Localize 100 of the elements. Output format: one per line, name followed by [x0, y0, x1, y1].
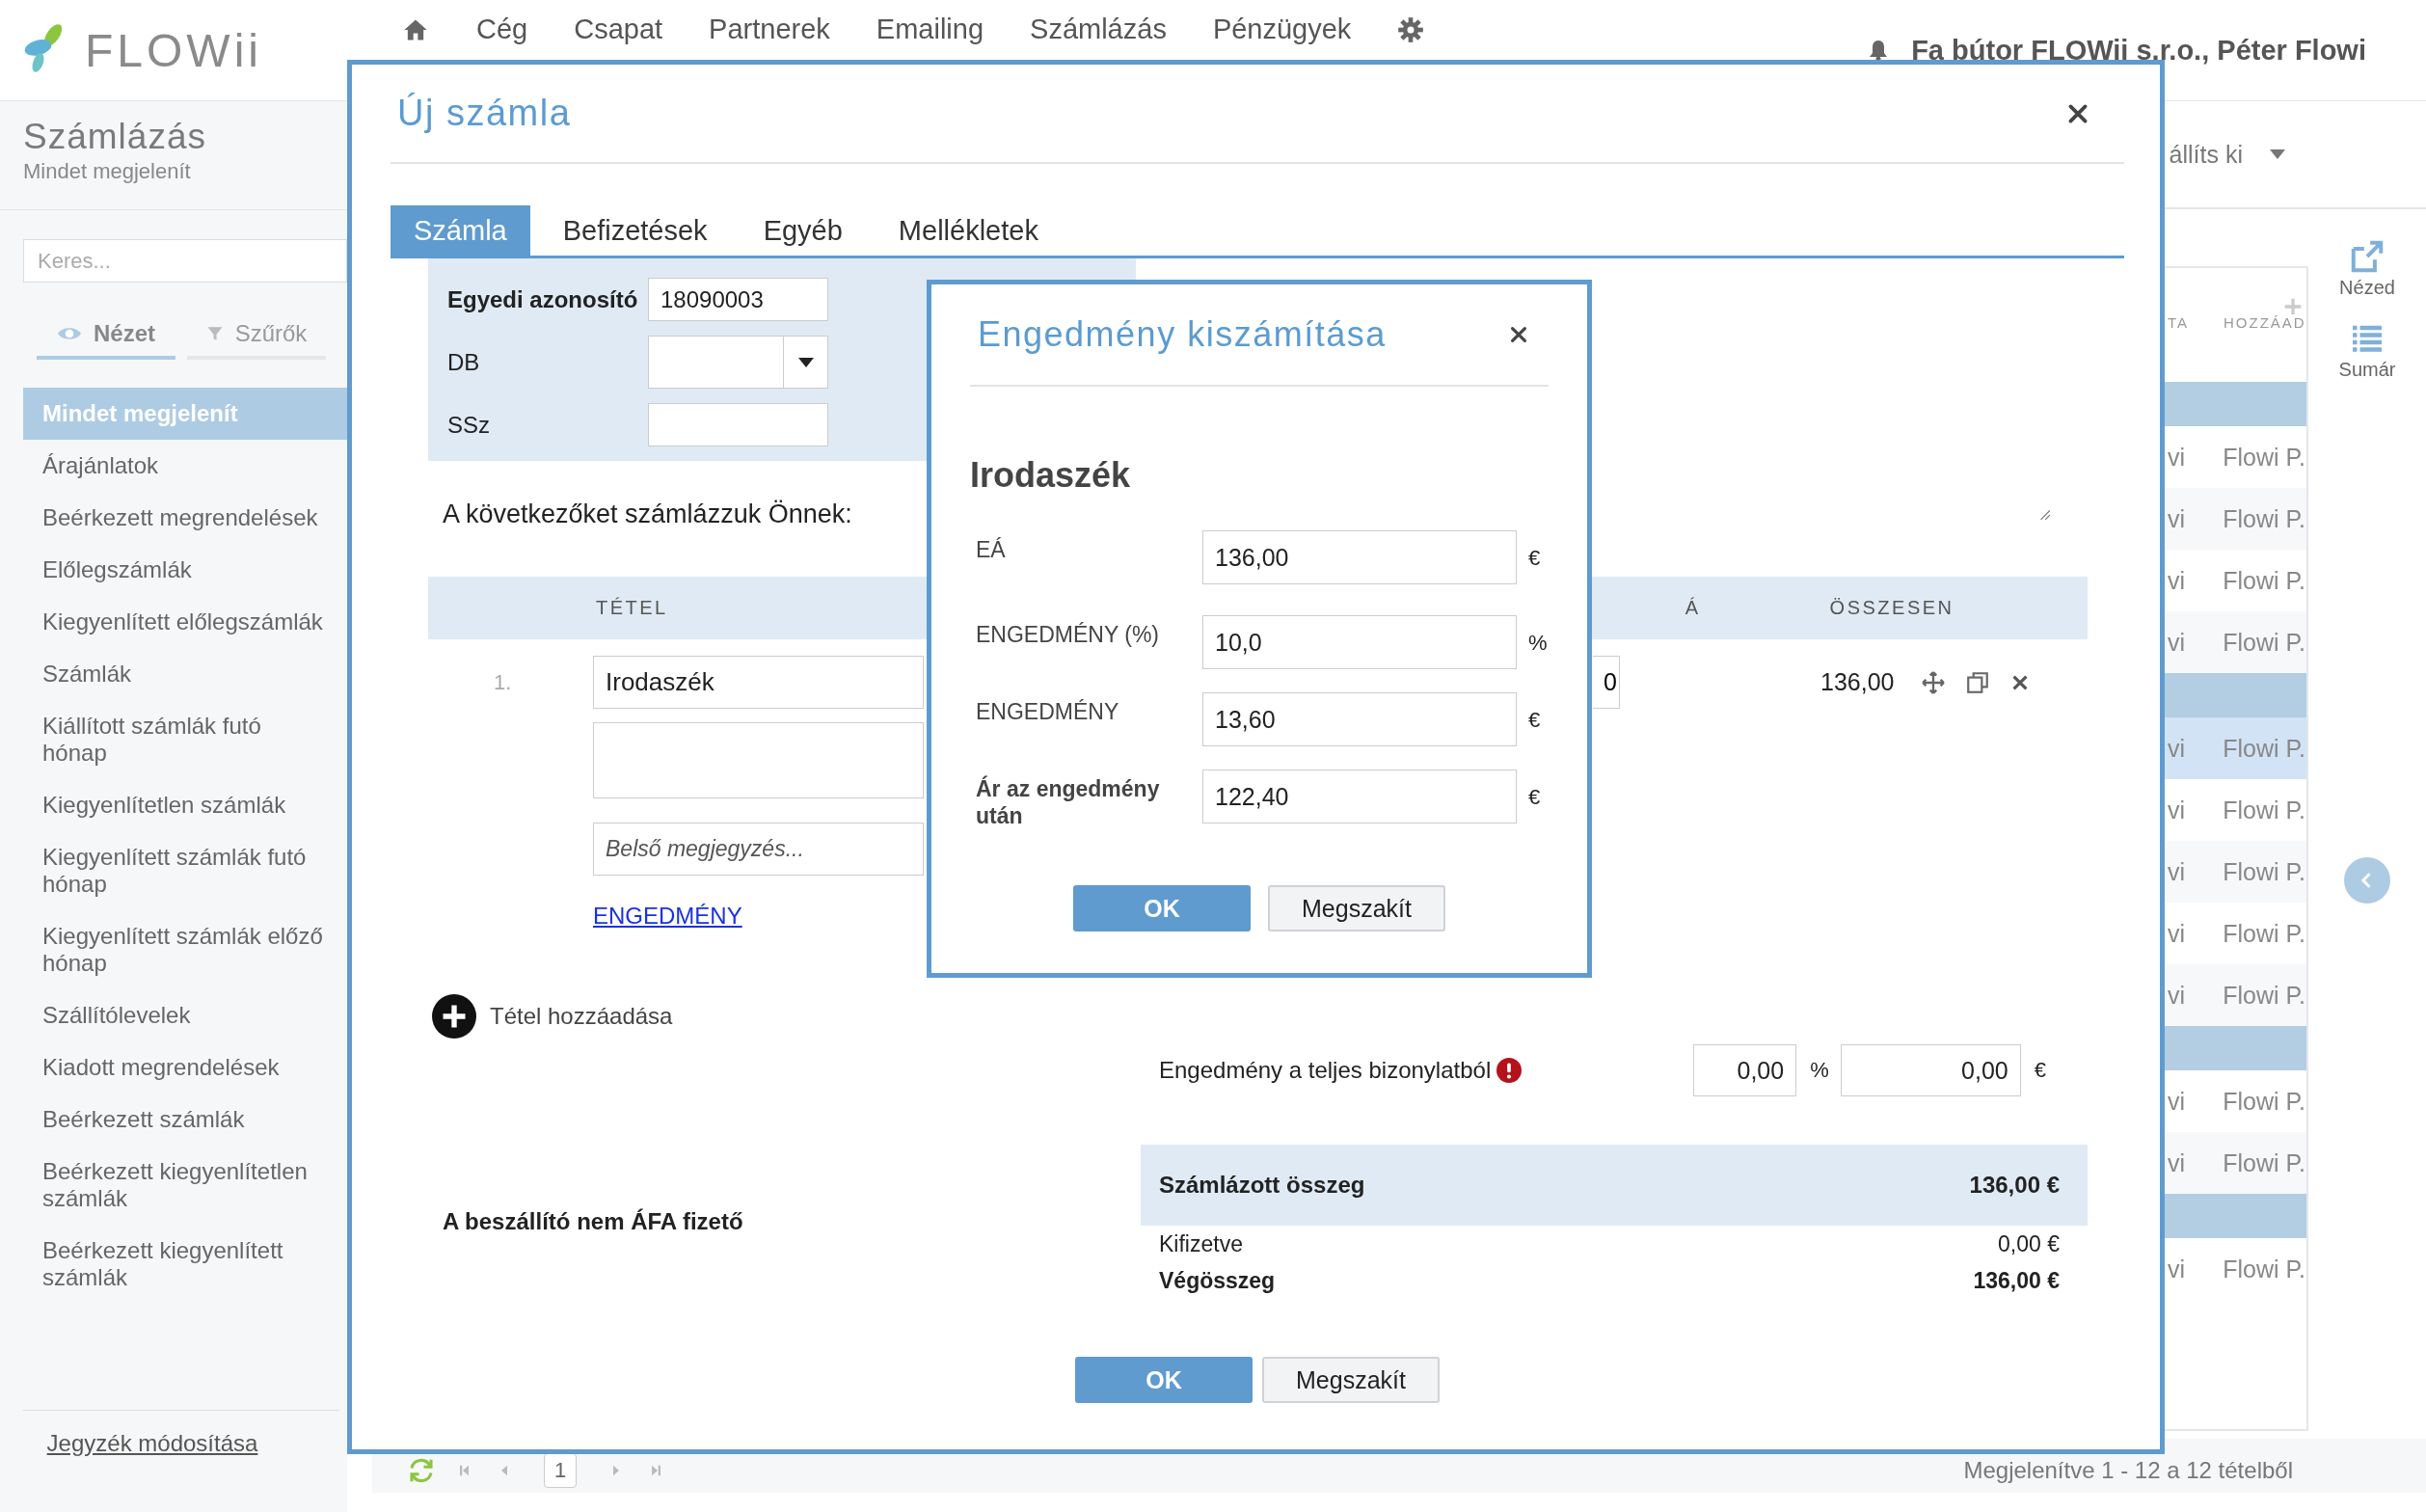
summary-value: 136,00 €	[1973, 1267, 2060, 1294]
input-field[interactable]: 18090003	[648, 278, 828, 321]
sidebar-item[interactable]: Beérkezett kiegyenlítetlen számlák	[23, 1146, 347, 1225]
description-field[interactable]	[593, 722, 924, 798]
side-action[interactable]: Nézed	[2339, 238, 2395, 299]
unit-label: %	[1528, 630, 1548, 656]
table-cell: Flowi P.	[2223, 1148, 2306, 1177]
refresh-icon[interactable]	[407, 1456, 436, 1485]
nav-link[interactable]: Emailing	[876, 14, 984, 45]
caret-icon	[2270, 149, 2285, 159]
column-header: HOZZÁAD	[2224, 313, 2306, 331]
eye-icon	[57, 325, 82, 342]
input-field[interactable]: 13,60	[1202, 692, 1517, 746]
sidebar-item[interactable]: Beérkezett kiegyenlített számlák	[23, 1225, 347, 1304]
move-icon[interactable]	[1921, 669, 1946, 695]
table-cell-text: vi	[2167, 796, 2187, 824]
nav-link[interactable]: Csapat	[574, 14, 663, 45]
table-cell: Flowi P.	[2223, 981, 2306, 1010]
input-field[interactable]: Irodaszék	[593, 656, 924, 709]
sidebar-item[interactable]: Árajánlatok	[23, 440, 347, 492]
nav-link[interactable]: Számlázás	[1030, 14, 1167, 45]
column-header: Á	[1685, 597, 1701, 619]
table-cell-text: vi	[2167, 628, 2187, 657]
cancel-button[interactable]: Megszakít	[1262, 1357, 1440, 1403]
column-header: ÖSSZESEN	[1829, 597, 1954, 619]
table-cell-text: vi	[2167, 504, 2187, 533]
search-field[interactable]: Keres...	[23, 239, 347, 283]
line-total: 136,00	[1820, 668, 1896, 696]
tab[interactable]: Mellékletek	[875, 205, 1062, 256]
unit-label: €	[1528, 545, 1541, 571]
table-cell-text: vi	[2167, 1148, 2187, 1177]
sidebar-item[interactable]: Kiegyenlített számlák futó hónap	[23, 831, 347, 910]
amount-field[interactable]: 0,00	[1840, 1044, 2021, 1096]
input-field[interactable]: 122,40	[1202, 770, 1517, 824]
logo-text: FLOWii	[85, 23, 262, 77]
pagination-summary: Megjelenítve 1 - 12 a 12 tételből	[1963, 1457, 2293, 1484]
table-cell: Flowi P.	[2223, 1087, 2306, 1116]
edit-list-link[interactable]: Jegyzék módosítása	[46, 1430, 258, 1459]
sidebar-item[interactable]: Kiegyenlített előlegszámlák	[23, 596, 347, 648]
sidebar-item[interactable]: Számlák	[23, 648, 347, 700]
cancel-button[interactable]: Megszakít	[1268, 885, 1445, 932]
nav-link[interactable]: Partnerek	[709, 14, 830, 45]
alert-icon	[1496, 1058, 1523, 1083]
copy-icon[interactable]	[1965, 669, 1990, 695]
sidebar-item[interactable]: Előlegszámlák	[23, 544, 347, 596]
note-field[interactable]: Belső megjegyzés...	[593, 823, 924, 876]
table-cell: Flowi P.	[2223, 443, 2306, 472]
tab[interactable]: Befizetések	[539, 205, 731, 256]
summary-label: Végösszeg	[1159, 1267, 1276, 1294]
dropdown-field[interactable]	[648, 336, 828, 389]
sidebar-item[interactable]: Kiadott megrendelések	[23, 1041, 347, 1094]
discount-link[interactable]: ENGEDMÉNY	[593, 903, 742, 930]
table-cell: Flowi P.	[2223, 734, 2306, 763]
column-header: TÉTEL	[596, 597, 668, 619]
page-number[interactable]: 1	[544, 1453, 577, 1488]
field-label: ENGEDMÉNY	[975, 698, 1120, 725]
table-cell: Flowi P.	[2223, 566, 2306, 595]
table-cell: Flowi P.	[2223, 1255, 2306, 1283]
price-field[interactable]: 0	[1593, 656, 1620, 709]
column-header: TA	[2167, 313, 2191, 331]
table-cell: Flowi P.	[2223, 628, 2306, 657]
sidebar-item[interactable]: Kiegyenlített számlák előző hónap	[23, 910, 347, 989]
section-title: Számlázás	[23, 116, 207, 158]
input-field[interactable]: 10,0	[1202, 615, 1517, 669]
tab[interactable]: Egyéb	[740, 205, 866, 256]
dropdown-menu[interactable]: állíts ki	[2169, 140, 2285, 169]
field-label: ENGEDMÉNY (%)	[975, 621, 1160, 648]
resize-handle-icon[interactable]	[2037, 507, 2051, 521]
sidebar-item[interactable]: Szállítólevelek	[23, 989, 347, 1041]
table-cell-text: vi	[2167, 1087, 2187, 1116]
collapse-button[interactable]	[2344, 857, 2390, 904]
field-label: SSz	[447, 411, 491, 439]
percent-field[interactable]: 0,00	[1693, 1044, 1797, 1096]
table-cell-text: vi	[2167, 981, 2187, 1010]
caret-icon	[797, 357, 814, 367]
table-cell: Flowi P.	[2223, 857, 2306, 886]
input-field[interactable]: 136,00	[1202, 530, 1517, 584]
sidebar-item[interactable]: Beérkezett számlák	[23, 1094, 347, 1146]
dialog-title: Engedmény kiszámítása	[978, 314, 1387, 355]
plus-icon[interactable]	[2283, 297, 2303, 316]
close-icon[interactable]	[1508, 324, 1529, 345]
funnel-icon	[205, 324, 224, 343]
summary-label: Kifizetve	[1159, 1230, 1243, 1257]
sidebar-item[interactable]: Kiegyenlítetlen számlák	[23, 779, 347, 831]
table-cell-text: vi	[2167, 919, 2187, 948]
add-item-button[interactable]: Tétel hozzáadása	[432, 994, 673, 1039]
sidebar-item[interactable]: Kiállított számlák futó hónap	[23, 700, 347, 779]
table-cell-text: vi	[2167, 734, 2187, 763]
input-field[interactable]	[648, 403, 828, 446]
nav-link[interactable]: Pénzügyek	[1212, 14, 1352, 45]
unit-label: €	[1528, 707, 1541, 733]
field-label: DB	[447, 348, 481, 376]
side-action[interactable]: Sumár	[2338, 322, 2396, 381]
table-cell-text: vi	[2167, 566, 2187, 595]
nav-link[interactable]: Cég	[476, 14, 528, 45]
settings-icon[interactable]	[1397, 15, 1425, 43]
sidebar-item[interactable]: Beérkezett megrendelések	[23, 492, 347, 544]
summary-value: 0,00 €	[1998, 1230, 2060, 1257]
discount-label: Engedmény a teljes bizonylatból	[1159, 1057, 1492, 1084]
row-number: 1.	[493, 669, 513, 695]
